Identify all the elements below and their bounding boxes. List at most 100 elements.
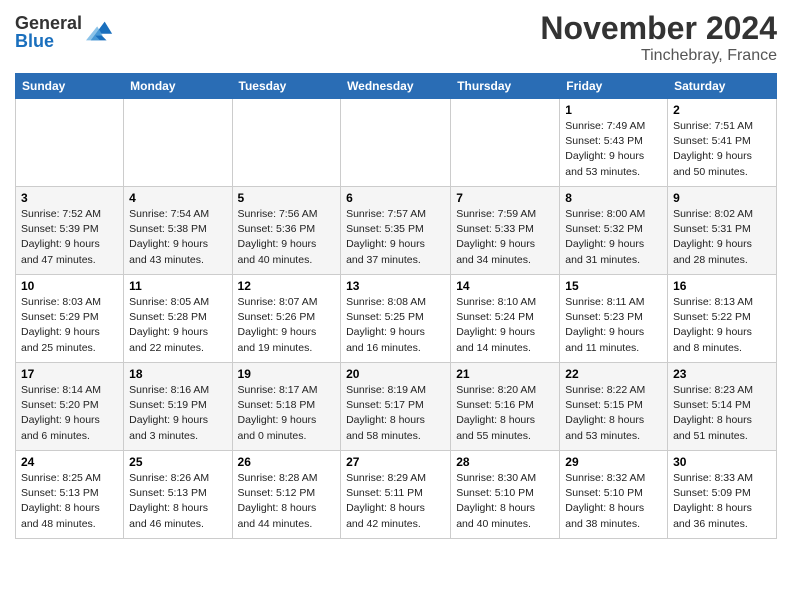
table-row: 19 Sunrise: 8:17 AM Sunset: 5:18 PM Dayli…: [232, 363, 341, 451]
day-info: Sunrise: 7:59 AM Sunset: 5:33 PM Dayligh…: [456, 207, 554, 268]
logo-blue: Blue: [15, 32, 82, 50]
day-info: Sunrise: 8:10 AM Sunset: 5:24 PM Dayligh…: [456, 295, 554, 356]
day-info: Sunrise: 7:54 AM Sunset: 5:38 PM Dayligh…: [129, 207, 226, 268]
table-row: 14 Sunrise: 8:10 AM Sunset: 5:24 PM Dayli…: [451, 275, 560, 363]
day-info: Sunrise: 7:56 AM Sunset: 5:36 PM Dayligh…: [238, 207, 336, 268]
logo-general: General: [15, 14, 82, 32]
day-info: Sunrise: 8:11 AM Sunset: 5:23 PM Dayligh…: [565, 295, 662, 356]
day-info: Sunrise: 7:57 AM Sunset: 5:35 PM Dayligh…: [346, 207, 445, 268]
day-number: 29: [565, 455, 662, 469]
day-number: 16: [673, 279, 771, 293]
table-row: 4 Sunrise: 7:54 AM Sunset: 5:38 PM Daylig…: [124, 187, 232, 275]
day-number: 21: [456, 367, 554, 381]
month-title: November 2024: [540, 10, 777, 47]
logo-icon: [86, 17, 114, 45]
calendar-header-row: Sunday Monday Tuesday Wednesday Thursday…: [16, 74, 777, 99]
col-wednesday: Wednesday: [341, 74, 451, 99]
day-number: 27: [346, 455, 445, 469]
day-number: 4: [129, 191, 226, 205]
calendar-table: Sunday Monday Tuesday Wednesday Thursday…: [15, 73, 777, 539]
day-info: Sunrise: 8:33 AM Sunset: 5:09 PM Dayligh…: [673, 471, 771, 532]
day-info: Sunrise: 8:19 AM Sunset: 5:17 PM Dayligh…: [346, 383, 445, 444]
table-row: 6Sunrise: 7:57 AM Sunset: 5:35 PM Daylig…: [341, 187, 451, 275]
table-row: 17Sunrise: 8:14 AM Sunset: 5:20 PM Dayli…: [16, 363, 124, 451]
day-number: 18: [129, 367, 226, 381]
day-info: Sunrise: 8:07 AM Sunset: 5:26 PM Dayligh…: [238, 295, 336, 356]
day-info: Sunrise: 8:05 AM Sunset: 5:28 PM Dayligh…: [129, 295, 226, 356]
day-info: Sunrise: 8:03 AM Sunset: 5:29 PM Dayligh…: [21, 295, 118, 356]
table-row: 9Sunrise: 8:02 AM Sunset: 5:31 PM Daylig…: [668, 187, 777, 275]
calendar-week-2: 3Sunrise: 7:52 AM Sunset: 5:39 PM Daylig…: [16, 187, 777, 275]
table-row: 5 Sunrise: 7:56 AM Sunset: 5:36 PM Daylig…: [232, 187, 341, 275]
day-number: 30: [673, 455, 771, 469]
day-number: 28: [456, 455, 554, 469]
day-info: Sunrise: 8:25 AM Sunset: 5:13 PM Dayligh…: [21, 471, 118, 532]
day-number: 2: [673, 103, 771, 117]
day-number: 26: [238, 455, 336, 469]
day-number: 12: [238, 279, 336, 293]
day-info: Sunrise: 8:02 AM Sunset: 5:31 PM Dayligh…: [673, 207, 771, 268]
calendar-week-1: 1 Sunrise: 7:49 AM Sunset: 5:43 PM Daylig…: [16, 99, 777, 187]
table-row: 27 Sunrise: 8:29 AM Sunset: 5:11 PM Dayli…: [341, 451, 451, 539]
day-info: Sunrise: 7:51 AM Sunset: 5:41 PM Dayligh…: [673, 119, 771, 180]
day-info: Sunrise: 8:08 AM Sunset: 5:25 PM Dayligh…: [346, 295, 445, 356]
logo-text: General Blue: [15, 14, 82, 50]
day-number: 7: [456, 191, 554, 205]
table-row: 10 Sunrise: 8:03 AM Sunset: 5:29 PM Dayli…: [16, 275, 124, 363]
table-row: 8Sunrise: 8:00 AM Sunset: 5:32 PM Daylig…: [560, 187, 668, 275]
day-number: 20: [346, 367, 445, 381]
col-saturday: Saturday: [668, 74, 777, 99]
table-row: 13Sunrise: 8:08 AM Sunset: 5:25 PM Dayli…: [341, 275, 451, 363]
day-number: 5: [238, 191, 336, 205]
table-row: 25 Sunrise: 8:26 AM Sunset: 5:13 PM Dayli…: [124, 451, 232, 539]
day-info: Sunrise: 8:22 AM Sunset: 5:15 PM Dayligh…: [565, 383, 662, 444]
day-info: Sunrise: 8:17 AM Sunset: 5:18 PM Dayligh…: [238, 383, 336, 444]
table-row: 7 Sunrise: 7:59 AM Sunset: 5:33 PM Daylig…: [451, 187, 560, 275]
page: General Blue November 2024 Tinchebray, F…: [0, 0, 792, 612]
day-number: 22: [565, 367, 662, 381]
day-number: 10: [21, 279, 118, 293]
day-number: 17: [21, 367, 118, 381]
calendar-week-5: 24 Sunrise: 8:25 AM Sunset: 5:13 PM Dayli…: [16, 451, 777, 539]
day-number: 1: [565, 103, 662, 117]
table-row: 20 Sunrise: 8:19 AM Sunset: 5:17 PM Dayli…: [341, 363, 451, 451]
calendar-week-3: 10 Sunrise: 8:03 AM Sunset: 5:29 PM Dayli…: [16, 275, 777, 363]
col-thursday: Thursday: [451, 74, 560, 99]
logo: General Blue: [15, 14, 114, 50]
table-row: 28 Sunrise: 8:30 AM Sunset: 5:10 PM Dayli…: [451, 451, 560, 539]
day-info: Sunrise: 8:32 AM Sunset: 5:10 PM Dayligh…: [565, 471, 662, 532]
day-info: Sunrise: 7:52 AM Sunset: 5:39 PM Dayligh…: [21, 207, 118, 268]
table-row: 11Sunrise: 8:05 AM Sunset: 5:28 PM Dayli…: [124, 275, 232, 363]
table-row: 2 Sunrise: 7:51 AM Sunset: 5:41 PM Daylig…: [668, 99, 777, 187]
table-row: 21 Sunrise: 8:20 AM Sunset: 5:16 PM Dayli…: [451, 363, 560, 451]
table-row: 3Sunrise: 7:52 AM Sunset: 5:39 PM Daylig…: [16, 187, 124, 275]
location: Tinchebray, France: [540, 47, 777, 65]
title-block: November 2024 Tinchebray, France: [540, 10, 777, 65]
table-row: [16, 99, 124, 187]
calendar-week-4: 17Sunrise: 8:14 AM Sunset: 5:20 PM Dayli…: [16, 363, 777, 451]
table-row: [124, 99, 232, 187]
table-row: 24 Sunrise: 8:25 AM Sunset: 5:13 PM Dayli…: [16, 451, 124, 539]
day-info: Sunrise: 8:26 AM Sunset: 5:13 PM Dayligh…: [129, 471, 226, 532]
day-number: 19: [238, 367, 336, 381]
day-number: 14: [456, 279, 554, 293]
table-row: 26Sunrise: 8:28 AM Sunset: 5:12 PM Dayli…: [232, 451, 341, 539]
day-number: 25: [129, 455, 226, 469]
day-number: 23: [673, 367, 771, 381]
day-number: 15: [565, 279, 662, 293]
day-info: Sunrise: 8:16 AM Sunset: 5:19 PM Dayligh…: [129, 383, 226, 444]
table-row: [232, 99, 341, 187]
day-number: 24: [21, 455, 118, 469]
table-row: 1 Sunrise: 7:49 AM Sunset: 5:43 PM Daylig…: [560, 99, 668, 187]
day-info: Sunrise: 8:30 AM Sunset: 5:10 PM Dayligh…: [456, 471, 554, 532]
day-info: Sunrise: 8:20 AM Sunset: 5:16 PM Dayligh…: [456, 383, 554, 444]
table-row: 18 Sunrise: 8:16 AM Sunset: 5:19 PM Dayli…: [124, 363, 232, 451]
col-sunday: Sunday: [16, 74, 124, 99]
table-row: 23Sunrise: 8:23 AM Sunset: 5:14 PM Dayli…: [668, 363, 777, 451]
day-info: Sunrise: 8:29 AM Sunset: 5:11 PM Dayligh…: [346, 471, 445, 532]
table-row: 16Sunrise: 8:13 AM Sunset: 5:22 PM Dayli…: [668, 275, 777, 363]
day-info: Sunrise: 7:49 AM Sunset: 5:43 PM Dayligh…: [565, 119, 662, 180]
table-row: [341, 99, 451, 187]
table-row: 30 Sunrise: 8:33 AM Sunset: 5:09 PM Dayli…: [668, 451, 777, 539]
table-row: 12 Sunrise: 8:07 AM Sunset: 5:26 PM Dayli…: [232, 275, 341, 363]
